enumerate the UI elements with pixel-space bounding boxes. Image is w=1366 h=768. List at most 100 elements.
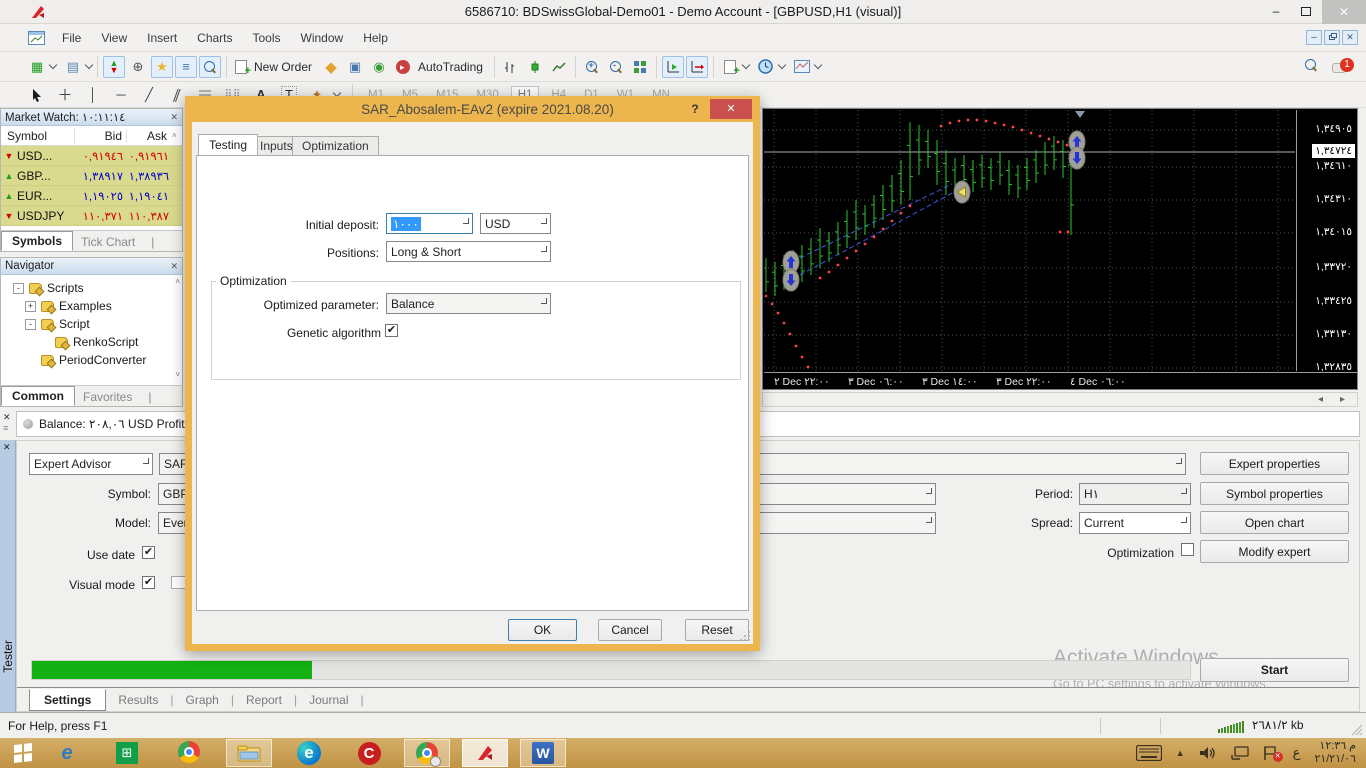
column-bid[interactable]: Bid: [75, 129, 127, 143]
tree-item-renkoscript[interactable]: RenkoScript: [55, 335, 138, 349]
taskbar-item-chrome[interactable]: [168, 741, 210, 766]
column-ask[interactable]: Ask: [127, 129, 171, 143]
indicators-button[interactable]: +: [719, 56, 741, 78]
metaeditor-button[interactable]: ◆: [320, 56, 342, 78]
navigator-header[interactable]: Navigator ✕: [1, 258, 182, 275]
chart-shift-button[interactable]: [686, 56, 708, 78]
tile-windows-button[interactable]: [629, 56, 651, 78]
balance-menu-icon[interactable]: ≡: [3, 423, 8, 433]
taskbar-item-edge[interactable]: e: [288, 741, 330, 765]
market-watch-close-icon[interactable]: ✕: [170, 112, 178, 123]
menu-insert[interactable]: Insert: [137, 27, 187, 49]
strategy-tester-toggle[interactable]: [199, 56, 221, 78]
optimized-parameter-select[interactable]: Balance: [386, 293, 551, 314]
balance-close-icon[interactable]: ✕: [3, 412, 11, 423]
expert-properties-button[interactable]: Expert properties: [1200, 452, 1349, 475]
price-chart[interactable]: [764, 110, 1295, 371]
market-watch-row[interactable]: ▼USD...٠,٩١٩٤٦٠,٩١٩٦١: [1, 146, 182, 166]
tree-item-script[interactable]: -Script: [25, 317, 90, 331]
mdi-restore-button[interactable]: [1324, 30, 1340, 45]
tree-item-examples[interactable]: +Examples: [25, 299, 112, 313]
period-select[interactable]: H١: [1079, 483, 1191, 505]
tab-settings[interactable]: Settings: [29, 689, 106, 711]
keyboard-tray-icon[interactable]: [1136, 745, 1162, 761]
tab-results[interactable]: Results: [106, 690, 170, 710]
dialog-tab-testing[interactable]: Testing: [198, 134, 258, 155]
start-button[interactable]: [0, 738, 46, 768]
indicators-dropdown-icon[interactable]: [742, 61, 750, 69]
scroll-right-icon[interactable]: ▸: [1340, 394, 1345, 405]
new-chart-dropdown-icon[interactable]: [49, 61, 57, 69]
start-button[interactable]: Start: [1200, 658, 1349, 682]
cancel-button[interactable]: Cancel: [598, 619, 662, 641]
tab-favorites[interactable]: Favorites: [75, 388, 140, 406]
use-date-checkbox[interactable]: ✔: [142, 546, 155, 559]
menu-window[interactable]: Window: [291, 27, 354, 49]
optimization-checkbox[interactable]: [1181, 543, 1194, 556]
data-window-toggle[interactable]: ⊕: [127, 56, 149, 78]
taskbar-item-chrome-profile[interactable]: [404, 739, 450, 767]
market-watch-row[interactable]: ▲GBP...١,٣٨٩١٧١,٣٨٩٣٦: [1, 166, 182, 186]
auto-scroll-button[interactable]: [662, 56, 684, 78]
dialog-tab-optimization[interactable]: Optimization: [292, 136, 379, 155]
navigator-toggle[interactable]: ★: [151, 56, 173, 78]
visual-mode-checkbox[interactable]: ✔: [142, 576, 155, 589]
market-watch-header[interactable]: Market Watch: ١٠:١١:١٤ ✕: [1, 109, 182, 126]
taskbar-item-file-explorer[interactable]: [226, 739, 272, 767]
genetic-algorithm-checkbox[interactable]: ✔: [385, 324, 398, 337]
close-button[interactable]: ✕: [1322, 0, 1366, 24]
navigator-scroll-down-icon[interactable]: ˅: [175, 370, 180, 379]
scroll-left-icon[interactable]: ◂: [1318, 394, 1323, 405]
profiles-button[interactable]: ▤: [62, 56, 84, 78]
minimize-button[interactable]: –: [1262, 0, 1290, 24]
navigator-close-icon[interactable]: ✕: [170, 261, 178, 272]
dialog-title-bar[interactable]: SAR_Abosalem-EAv2 (expire 2021.08.20) ? …: [185, 96, 760, 122]
dialog-close-button[interactable]: ✕: [710, 99, 752, 119]
horizontal-line-tool[interactable]: ─: [110, 84, 132, 106]
column-symbol[interactable]: Symbol: [1, 129, 75, 143]
taskbar-item-internet-explorer[interactable]: e: [46, 742, 88, 764]
modify-expert-button[interactable]: Modify expert: [1200, 540, 1349, 563]
maximize-button[interactable]: [1292, 0, 1320, 24]
tab-report[interactable]: Report: [234, 690, 294, 710]
signals-button[interactable]: ◉: [368, 56, 390, 78]
network-tray-icon[interactable]: [1231, 746, 1249, 760]
market-watch-toggle[interactable]: ▲▼: [103, 56, 125, 78]
mdi-minimize-button[interactable]: –: [1306, 30, 1322, 45]
ok-button[interactable]: OK: [508, 619, 577, 641]
tree-item-scripts[interactable]: -Scripts: [13, 281, 84, 295]
templates-button[interactable]: [791, 56, 813, 78]
tray-clock[interactable]: م ١٢:٣٦ ٢١/٢١/٠٦: [1314, 740, 1356, 766]
open-chart-button[interactable]: Open chart: [1200, 511, 1349, 534]
mdi-close-button[interactable]: ✕: [1342, 30, 1358, 45]
market-watch-row[interactable]: ▲EUR...١,١٩٠٢٥١,١٩٠٤١: [1, 186, 182, 206]
taskbar-item-store[interactable]: ⊞: [106, 742, 148, 764]
zoom-out-button[interactable]: -: [605, 56, 627, 78]
terminal-toggle[interactable]: ≡: [175, 56, 197, 78]
cursor-tool[interactable]: [26, 84, 48, 106]
tab-graph[interactable]: Graph: [173, 690, 230, 710]
resize-grip-icon[interactable]: [1350, 723, 1363, 736]
currency-select[interactable]: USD: [480, 213, 551, 234]
tester-close-icon[interactable]: ✕: [3, 442, 11, 453]
notification-bubble-icon[interactable]: 1: [1332, 58, 1354, 76]
market-watch-row[interactable]: ▼USDJPY١١٠,٣٧١١١٠,٣٨٧: [1, 206, 182, 226]
menu-tools[interactable]: Tools: [243, 27, 291, 49]
autotrading-icon[interactable]: ▸: [392, 56, 414, 78]
initial-deposit-input[interactable]: ١٠٠٠: [386, 213, 473, 234]
tab-common[interactable]: Common: [1, 386, 75, 406]
periods-dropdown-icon[interactable]: [778, 61, 786, 69]
menu-file[interactable]: File: [52, 27, 91, 49]
vertical-line-tool[interactable]: │: [82, 84, 104, 106]
dialog-resize-grip[interactable]: [739, 630, 751, 642]
taskbar-item-metatrader[interactable]: [462, 739, 508, 767]
tab-journal[interactable]: Journal: [297, 690, 360, 710]
positions-select[interactable]: Long & Short: [386, 241, 551, 262]
menu-view[interactable]: View: [91, 27, 137, 49]
spread-select[interactable]: Current: [1079, 512, 1191, 534]
trendline-tool[interactable]: ╱: [138, 84, 160, 106]
menu-charts[interactable]: Charts: [187, 27, 242, 49]
profiles-dropdown-icon[interactable]: [85, 61, 93, 69]
line-chart-type-button[interactable]: [548, 56, 570, 78]
periods-button[interactable]: [755, 56, 777, 78]
